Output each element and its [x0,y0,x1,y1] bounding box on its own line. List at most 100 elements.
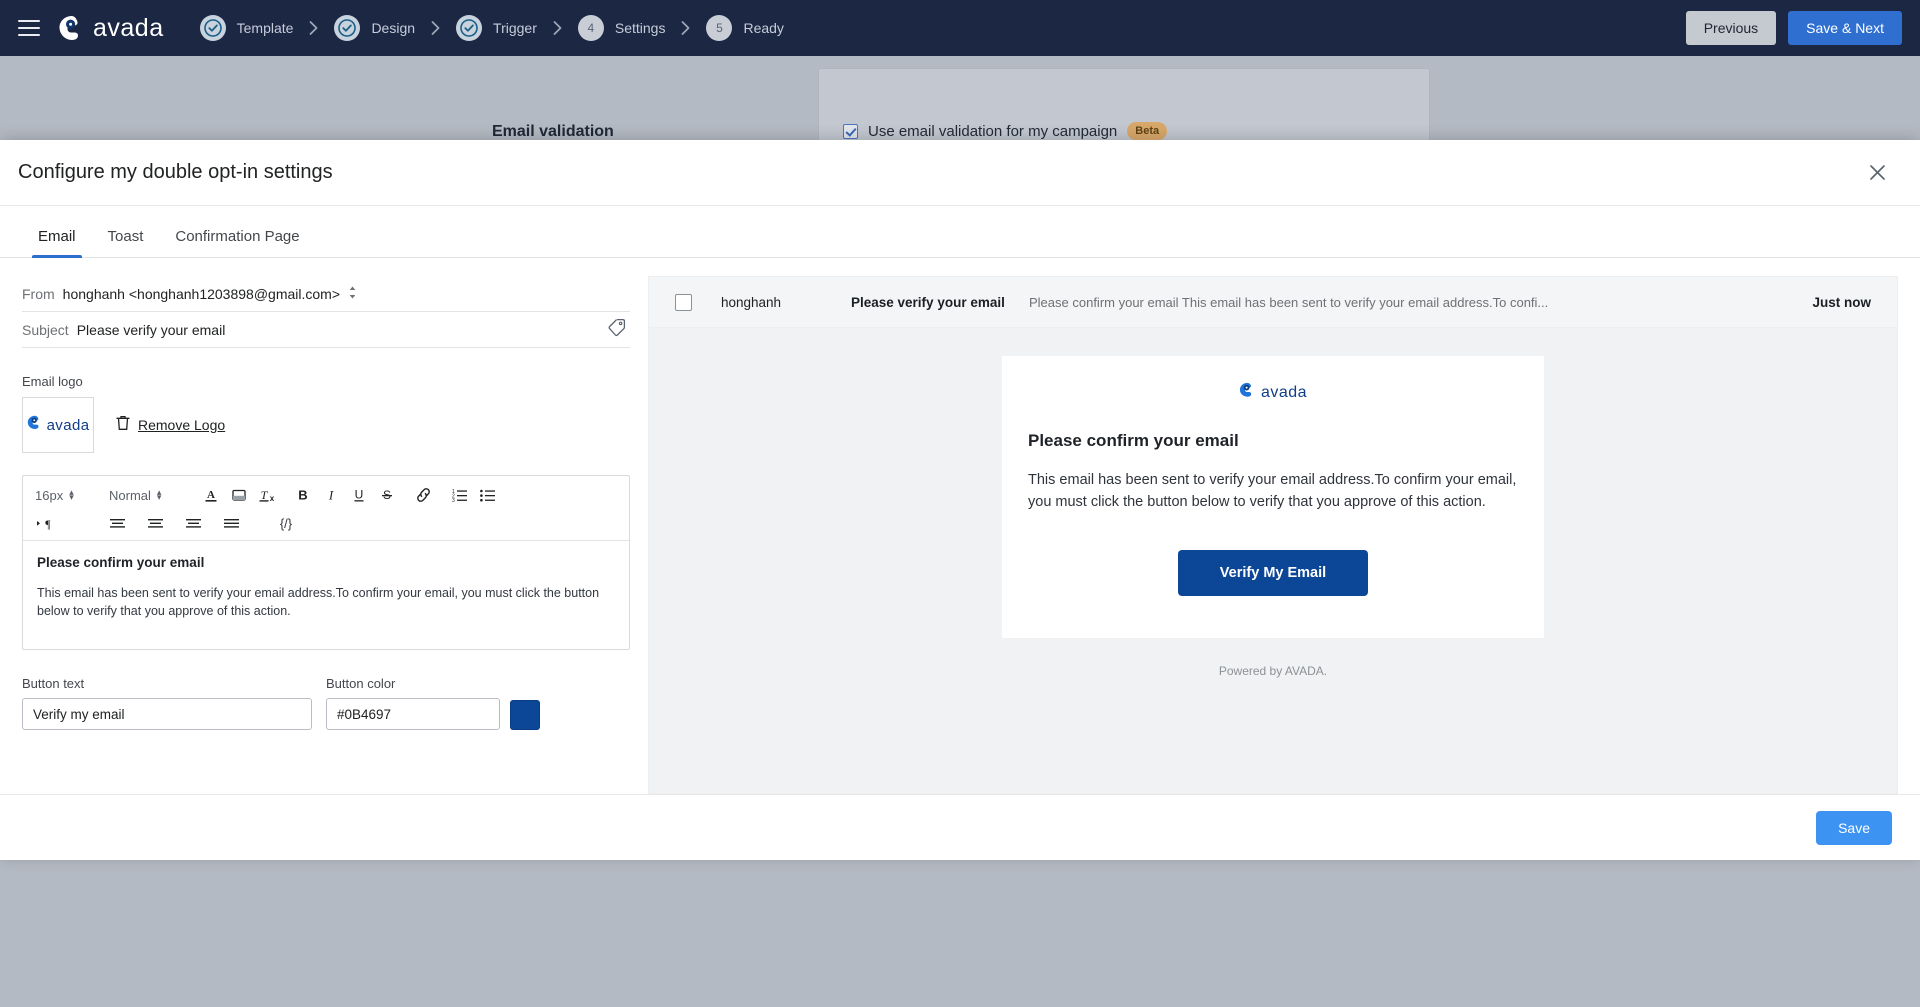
chevron-updown-icon: ▴ ▾ [69,486,74,502]
step-number-badge: 5 [706,15,733,41]
close-icon[interactable] [1862,158,1892,188]
svg-text:3: 3 [452,498,455,503]
step-label-settings: Settings [614,20,666,36]
save-and-next-button[interactable]: Save & Next [1788,11,1902,45]
button-settings-row: Button text Button color [22,676,630,730]
modal-tabs: Email Toast Confirmation Page [0,206,1920,258]
bold-icon[interactable]: B [289,483,317,507]
remove-logo-button[interactable]: Remove Logo [116,415,225,436]
avada-logo[interactable]: avada [58,14,164,43]
step-label-ready: Ready [743,20,784,36]
svg-text:A: A [207,489,215,501]
step-check-icon [199,15,226,41]
button-text-field: Button text [22,676,312,730]
svg-text:U: U [355,488,364,502]
step-check-icon [334,15,361,41]
chevron-right-icon [431,21,440,35]
svg-text:T: T [261,488,269,502]
button-text-input[interactable] [22,698,312,730]
step-label-design: Design [371,20,416,36]
button-color-field: Button color [326,676,540,730]
email-footer-text: Powered by AVADA. [1218,663,1328,678]
tag-icon[interactable] [607,318,630,342]
chevron-right-icon [309,21,318,35]
subject-field-row[interactable]: Subject Please verify your email [22,312,630,348]
align-left-icon[interactable] [103,511,131,535]
chevron-right-icon [553,21,562,35]
button-color-label: Button color [326,676,396,691]
email-logo-preview[interactable]: avada [22,397,94,453]
email-validation-checkbox[interactable] [843,123,858,139]
indent-icon[interactable]: ¶ [29,511,63,535]
ordered-list-icon[interactable]: 123 [445,483,473,507]
email-logo-row: avada Remove Logo [22,397,630,453]
source-code-icon[interactable]: {/} [269,511,303,535]
chevron-updown-icon: ▴ ▾ [156,486,162,502]
step-ready[interactable]: 5 Ready [706,15,784,41]
strikethrough-icon[interactable]: S [373,483,401,507]
step-trigger[interactable]: Trigger [456,15,537,41]
editor-paragraph: This email has been sent to verify your … [37,586,600,619]
svg-text:¶: ¶ [45,517,51,531]
behind-section-label: Email validation [492,123,614,140]
underline-icon[interactable]: U [345,483,373,507]
align-center-icon[interactable] [141,511,169,535]
email-heading: Please confirm your email [1028,431,1239,450]
step-label-template: Template [236,20,294,36]
chevron-right-icon [681,21,690,35]
tab-confirmation-page[interactable]: Confirmation Page [159,228,315,257]
previous-button[interactable]: Previous [1685,11,1777,45]
chevron-updown-icon[interactable] [348,285,357,303]
email-card: avada Please confirm your email This ema… [1002,356,1544,638]
inbox-row-checkbox[interactable] [675,293,692,311]
align-right-icon[interactable] [179,511,207,535]
step-check-icon [456,15,483,41]
email-preview-panel: honghanh Please verify your email Please… [648,276,1898,794]
modal-title: Configure my double opt-in settings [18,161,333,183]
save-button[interactable]: Save [1816,810,1892,845]
modal-body: From honghanh <honghanh1203898@gmail.com… [0,258,1920,794]
email-render-area: avada Please confirm your email This ema… [648,328,1898,794]
button-color-swatch[interactable] [510,700,540,730]
bullet-list-icon[interactable] [473,483,501,507]
editor-toolbar: 16px ▴ ▾ Normal ▴ ▾ A T x B I U 1 2 3 ¶ … [23,476,629,541]
double-optin-settings-modal: Configure my double opt-in settings Emai… [0,140,1920,860]
inbox-snippet: Please confirm your email This email has… [1029,294,1549,310]
align-justify-icon[interactable] [217,511,245,535]
text-color-icon[interactable]: A [197,483,225,507]
step-settings[interactable]: 4 Settings [577,15,666,41]
step-design[interactable]: Design [334,15,415,41]
step-label-trigger: Trigger [493,20,537,36]
wizard-steps: Template Design Trigger 4 Settings 5 Rea… [199,15,784,41]
email-settings-form: From honghanh <honghanh1203898@gmail.com… [22,276,630,794]
editor-content[interactable]: Please confirm your email This email has… [23,541,629,649]
email-paragraph: This email has been sent to verify your … [1028,472,1517,511]
inbox-subject: Please verify your email [851,294,1005,310]
button-text-label: Button text [22,676,85,691]
hamburger-icon[interactable] [18,20,40,36]
from-field-row[interactable]: From honghanh <honghanh1203898@gmail.com… [22,276,630,312]
beta-badge: Beta [1127,122,1168,140]
clear-format-icon[interactable]: Tx [253,483,281,507]
brand-text: avada [93,13,164,42]
step-template[interactable]: Template [199,15,294,41]
inbox-sender: honghanh [721,294,782,310]
font-size-select[interactable]: 16px ▴ ▾ [29,483,103,507]
subject-value: Please verify your email [76,321,226,338]
svg-text:I: I [328,488,334,503]
from-label: From [22,285,55,302]
email-logo-label: Email logo [22,374,83,389]
rich-text-editor: 16px ▴ ▾ Normal ▴ ▾ A T x B I U 1 2 3 ¶ … [22,475,630,650]
tab-email[interactable]: Email [22,228,92,258]
step-number-badge: 4 [577,15,604,41]
trash-icon [116,415,130,436]
verify-my-email-button[interactable]: Verify My Email [1177,549,1369,596]
button-color-input[interactable] [326,698,500,730]
tab-toast[interactable]: Toast [92,228,160,257]
format-select[interactable]: Normal ▴ ▾ [103,483,189,507]
italic-icon[interactable]: I [317,483,345,507]
link-icon[interactable] [409,483,437,507]
avada-mark-icon [27,415,43,435]
remove-logo-label: Remove Logo [138,417,226,433]
background-color-icon[interactable] [225,483,253,507]
